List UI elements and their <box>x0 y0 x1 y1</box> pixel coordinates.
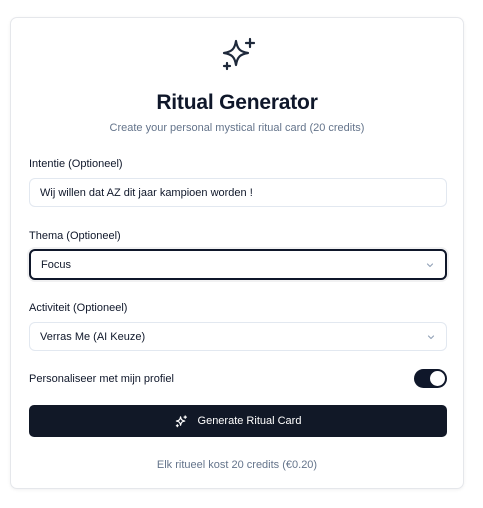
intention-input[interactable]: Wij willen dat AZ dit jaar kampioen word… <box>29 178 447 207</box>
personalize-toggle[interactable] <box>414 369 447 388</box>
page-subtitle: Create your personal mystical ritual car… <box>109 122 365 134</box>
chevron-down-icon <box>427 334 435 339</box>
activity-select[interactable]: Verras Me (AI Keuze) <box>29 322 447 351</box>
chevron-down-icon <box>426 262 434 267</box>
page-title: Ritual Generator <box>156 91 318 114</box>
theme-select[interactable]: Focus <box>29 249 447 280</box>
toggle-knob <box>430 371 445 386</box>
activity-label: Activiteit (Optioneel) <box>29 302 128 314</box>
personalize-label: Personaliseer met mijn profiel <box>29 373 174 385</box>
generate-ritual-card-button[interactable]: Generate Ritual Card <box>29 405 447 437</box>
intention-value: Wij willen dat AZ dit jaar kampioen word… <box>40 186 253 199</box>
generate-button-label: Generate Ritual Card <box>197 415 302 427</box>
sparkles-icon <box>175 414 187 427</box>
credit-cost-note: Elk ritueel kost 20 credits (€0.20) <box>156 459 318 471</box>
intention-label: Intentie (Optioneel) <box>29 158 123 170</box>
activity-selected-value: Verras Me (AI Keuze) <box>40 330 146 343</box>
theme-selected-value: Focus <box>41 258 71 271</box>
theme-label: Thema (Optioneel) <box>29 230 121 242</box>
sparkles-icon <box>222 37 256 71</box>
ritual-generator-card: Ritual Generator Create your personal my… <box>10 17 464 489</box>
